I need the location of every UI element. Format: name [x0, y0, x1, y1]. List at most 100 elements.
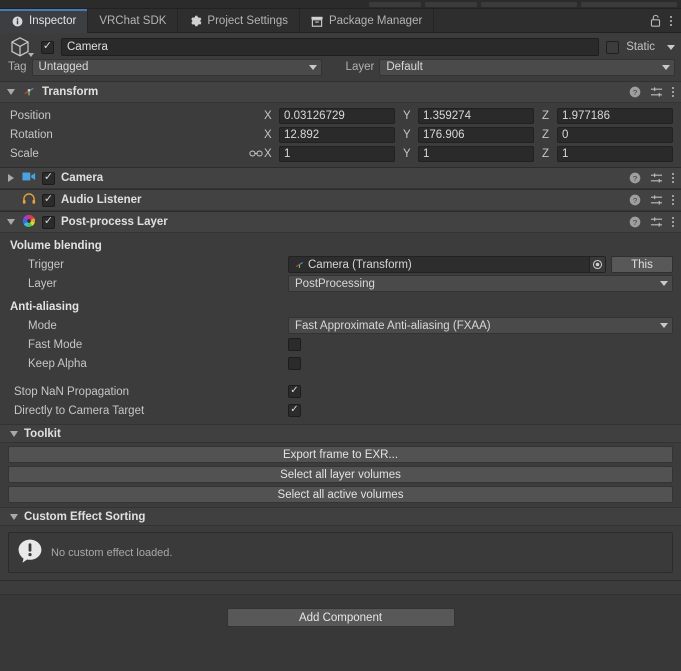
post-process-layer-header[interactable]: Post-process Layer ? — [0, 212, 681, 233]
volume-layer-row: Layer PostProcessing — [0, 274, 681, 293]
tab-label: Inspector — [29, 15, 77, 27]
help-icon[interactable]: ? — [629, 216, 641, 228]
post-process-enabled-checkbox[interactable] — [42, 215, 55, 229]
kebab-menu-icon[interactable] — [672, 173, 674, 183]
axis-label-y: Y — [403, 128, 411, 141]
aa-keep-alpha-row: Keep Alpha — [0, 354, 681, 373]
aa-mode-dropdown[interactable]: Fast Approximate Anti-aliasing (FXAA) — [288, 317, 673, 334]
transform-axis-icon — [294, 259, 305, 270]
rotation-z-input[interactable]: 0 — [557, 126, 673, 143]
position-z-input[interactable]: 1.977186 — [557, 107, 673, 124]
tag-dropdown[interactable]: Untagged — [31, 58, 322, 76]
gameobject-enabled-checkbox[interactable] — [41, 40, 54, 54]
tag-value: Untagged — [38, 61, 89, 73]
rotation-x-input[interactable]: 12.892 — [279, 126, 395, 143]
help-icon[interactable]: ? — [629, 172, 641, 184]
kebab-menu-icon[interactable] — [672, 195, 674, 205]
component-title: Transform — [42, 86, 99, 98]
axis-label-y: Y — [403, 109, 411, 122]
select-all-layer-volumes-button[interactable]: Select all layer volumes — [8, 466, 673, 483]
component-title: Post-process Layer — [61, 216, 168, 228]
svg-text:?: ? — [633, 196, 637, 205]
camera-header[interactable]: Camera ? — [0, 168, 681, 189]
tab-package-manager[interactable]: Package Manager — [300, 9, 435, 33]
custom-effect-sorting-header[interactable]: Custom Effect Sorting — [0, 507, 681, 526]
static-label: Static — [626, 41, 655, 53]
chevron-down-icon[interactable] — [28, 53, 34, 57]
headphones-icon — [22, 192, 36, 208]
rotation-y-input[interactable]: 176.906 — [418, 126, 534, 143]
constrain-proportions-link-icon[interactable] — [248, 149, 264, 158]
gameobject-name-input[interactable]: Camera — [61, 38, 600, 56]
cube-icon[interactable] — [8, 35, 34, 59]
axis-label-y: Y — [403, 147, 411, 160]
scale-x-input[interactable]: 1 — [279, 145, 395, 162]
foldout-arrow-icon[interactable] — [5, 219, 16, 225]
foldout-arrow-icon[interactable] — [10, 430, 18, 437]
scale-y-input[interactable]: 1 — [418, 145, 534, 162]
direct-target-checkbox[interactable] — [288, 404, 301, 417]
inspector-window: Inspector VRChat SDK Project Settings Pa… — [0, 0, 681, 671]
tab-label: Package Manager — [328, 15, 423, 27]
axis-label-z: Z — [542, 128, 550, 141]
transform-axis-icon — [22, 84, 36, 101]
foldout-arrow-icon[interactable] — [10, 513, 18, 520]
add-component-area: Add Component — [0, 595, 681, 627]
toolbar-chip — [581, 1, 677, 7]
position-x-input[interactable]: 0.03126729 — [279, 107, 395, 124]
aa-mode-label: Mode — [28, 319, 57, 332]
axis-label-z: Z — [542, 147, 550, 160]
static-checkbox[interactable] — [606, 40, 620, 54]
panel-spacer — [0, 581, 681, 595]
component-audio-listener: Audio Listener ? — [0, 190, 681, 212]
preset-sliders-icon[interactable] — [650, 216, 663, 228]
transform-row-rotation: Rotation X 12.892 Y 176.906 Z 0 — [0, 125, 681, 144]
kebab-menu-icon[interactable] — [672, 217, 674, 227]
chevron-down-icon — [660, 323, 668, 328]
aa-fast-mode-checkbox[interactable] — [288, 338, 301, 351]
audio-listener-enabled-checkbox[interactable] — [42, 193, 55, 207]
export-frame-exr-button[interactable]: Export frame to EXR... — [8, 446, 673, 463]
tag-label: Tag — [8, 61, 27, 73]
tab-inspector[interactable]: Inspector — [0, 9, 89, 33]
stop-nan-checkbox[interactable] — [288, 385, 301, 398]
select-all-active-volumes-button[interactable]: Select all active volumes — [8, 486, 673, 503]
custom-effect-sorting-title: Custom Effect Sorting — [24, 510, 146, 523]
volume-layer-dropdown[interactable]: PostProcessing — [288, 275, 673, 292]
add-component-button[interactable]: Add Component — [226, 608, 455, 627]
gameobject-header: Camera Static Tag Untagged Layer Default — [0, 33, 681, 82]
tab-vrchat-sdk[interactable]: VRChat SDK — [88, 9, 179, 33]
chevron-down-icon — [308, 64, 317, 70]
scale-z-input[interactable]: 1 — [557, 145, 673, 162]
axis-label-x: X — [264, 128, 272, 141]
aa-keep-alpha-checkbox[interactable] — [288, 357, 301, 370]
property-label: Scale — [10, 147, 39, 160]
help-icon[interactable]: ? — [629, 86, 641, 98]
trigger-object-field[interactable]: Camera (Transform) — [288, 256, 606, 273]
position-y-input[interactable]: 1.359274 — [418, 107, 534, 124]
axis-label-z: Z — [542, 109, 550, 122]
aa-mode-value: Fast Approximate Anti-aliasing (FXAA) — [295, 319, 491, 332]
layer-dropdown[interactable]: Default — [379, 58, 675, 76]
transform-header[interactable]: Transform ? — [0, 82, 681, 103]
unlocked-padlock-icon[interactable] — [650, 14, 661, 27]
audio-listener-header[interactable]: Audio Listener ? — [0, 190, 681, 211]
preset-sliders-icon[interactable] — [650, 172, 663, 184]
toolbar-chip — [425, 1, 477, 7]
toolkit-buttons: Export frame to EXR... Select all layer … — [0, 443, 681, 507]
foldout-arrow-icon[interactable] — [5, 89, 16, 95]
tab-project-settings[interactable]: Project Settings — [178, 9, 300, 33]
this-button[interactable]: This — [611, 256, 673, 273]
camera-enabled-checkbox[interactable] — [42, 171, 55, 185]
foldout-arrow-icon[interactable] — [5, 174, 16, 182]
layer-value: Default — [386, 61, 423, 73]
kebab-menu-icon[interactable] — [672, 87, 674, 97]
preset-sliders-icon[interactable] — [650, 86, 663, 98]
help-icon[interactable]: ? — [629, 194, 641, 206]
aa-keep-alpha-label: Keep Alpha — [28, 357, 87, 370]
kebab-menu-icon[interactable] — [670, 15, 672, 26]
preset-sliders-icon[interactable] — [650, 194, 663, 206]
static-dropdown-caret[interactable] — [667, 44, 675, 50]
toolkit-header[interactable]: Toolkit — [0, 424, 681, 443]
object-picker-icon[interactable] — [589, 257, 605, 272]
